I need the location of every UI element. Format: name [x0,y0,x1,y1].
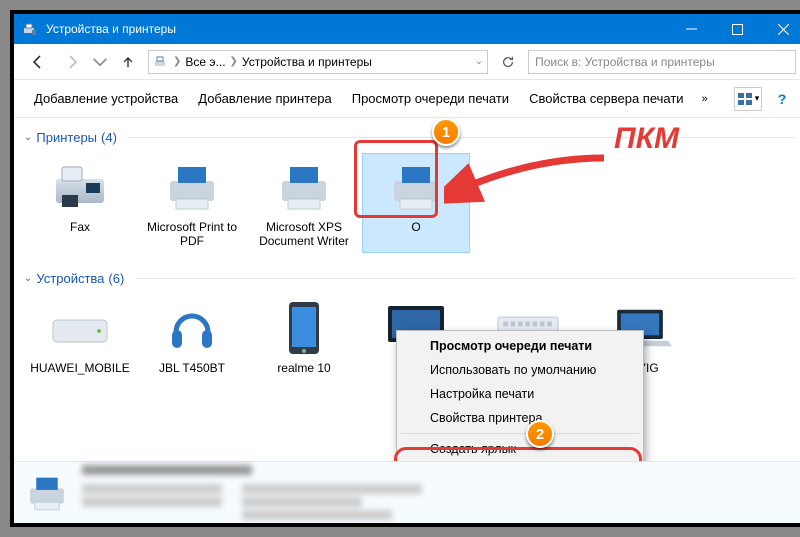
group-header-devices[interactable]: ⌄ Устройства (6) [24,265,796,290]
printer-item[interactable]: Microsoft XPS Document Writer [250,153,358,253]
item-label: Microsoft XPS Document Writer [255,220,353,248]
cmd-server-props[interactable]: Свойства сервера печати [519,87,694,110]
item-label: realme 10 [277,361,330,375]
menu-separator [401,433,639,434]
item-label: O [411,220,420,234]
close-button[interactable] [760,14,800,44]
device-item[interactable]: realme 10 [250,294,358,380]
printer-item[interactable]: Microsoft Print to PDF [138,153,246,253]
command-bar: Добавление устройства Добавление принтер… [14,80,800,118]
printer-icon [274,161,334,213]
details-text [82,462,796,523]
cmd-add-device[interactable]: Добавление устройства [24,87,188,110]
forward-button[interactable] [58,48,86,76]
headphones-icon [166,302,218,354]
group-count: (4) [101,130,117,145]
chevron-down-icon: ⌄ [24,132,32,143]
window: Устройства и принтеры ❯ Вс [10,10,800,527]
menu-set-default[interactable]: Использовать по умолчанию [400,358,640,382]
drive-icon [49,306,111,350]
menu-create-shortcut[interactable]: Создать ярлык [400,437,640,461]
window-title: Устройства и принтеры [46,22,176,36]
menu-printing-prefs[interactable]: Настройка печати [400,382,640,406]
printers-list: Fax Microsoft Print to PDF [24,149,796,265]
cmd-add-printer[interactable]: Добавление принтера [188,87,341,110]
cmd-view-queue[interactable]: Просмотр очереди печати [342,87,519,110]
titlebar: Устройства и принтеры [14,14,800,44]
menu-printer-props[interactable]: Свойства принтера [400,406,640,430]
printer-icon [162,161,222,213]
menu-open-queue[interactable]: Просмотр очереди печати [400,334,640,358]
up-button[interactable] [114,48,142,76]
cmd-overflow[interactable]: » [694,89,716,109]
group-header-printers[interactable]: ⌄ Принтеры (4) [24,124,796,149]
context-menu: Просмотр очереди печати Использовать по … [396,330,644,461]
smartphone-icon [287,300,321,356]
view-options-button[interactable]: ▾ [734,87,762,111]
details-pane [14,461,800,523]
item-label: Fax [70,220,90,234]
printer-icon [386,161,446,213]
search-input[interactable]: Поиск в: Устройства и принтеры [528,50,796,74]
printer-item-selected[interactable]: O [362,153,470,253]
group-label: Принтеры [36,130,97,145]
navbar: ❯ Все э... ❯ Устройства и принтеры ⌄ Пои… [14,44,800,80]
device-item[interactable]: HUAWEI_MOBILE [26,294,134,380]
devices-printers-icon [153,54,169,70]
printer-icon [24,473,70,513]
content-area: ⌄ Принтеры (4) Fax [14,118,800,461]
item-label: HUAWEI_MOBILE [30,361,130,375]
group-count: (6) [108,271,124,286]
help-button[interactable]: ? [768,87,796,111]
search-placeholder: Поиск в: Устройства и принтеры [535,55,715,69]
devices-printers-icon [22,21,38,37]
item-label: JBL T450BT [159,361,225,375]
printer-item[interactable]: Fax [26,153,134,253]
device-item[interactable]: JBL T450BT [138,294,246,380]
breadcrumb-segment[interactable]: Устройства и принтеры [242,55,372,69]
chevron-right-icon: ❯ [230,56,238,67]
minimize-button[interactable] [668,14,714,44]
refresh-button[interactable] [494,50,522,74]
maximize-button[interactable] [714,14,760,44]
item-label: Microsoft Print to PDF [143,220,241,248]
address-bar[interactable]: ❯ Все э... ❯ Устройства и принтеры ⌄ [148,50,488,74]
chevron-down-icon: ⌄ [24,273,32,284]
breadcrumb-segment[interactable]: Все э... [185,55,225,69]
group-label: Устройства [36,271,104,286]
back-button[interactable] [24,48,52,76]
recent-dropdown[interactable] [92,48,108,76]
chevron-right-icon: ❯ [173,56,181,67]
chevron-down-icon[interactable]: ⌄ [475,56,483,67]
fax-icon [50,161,110,213]
